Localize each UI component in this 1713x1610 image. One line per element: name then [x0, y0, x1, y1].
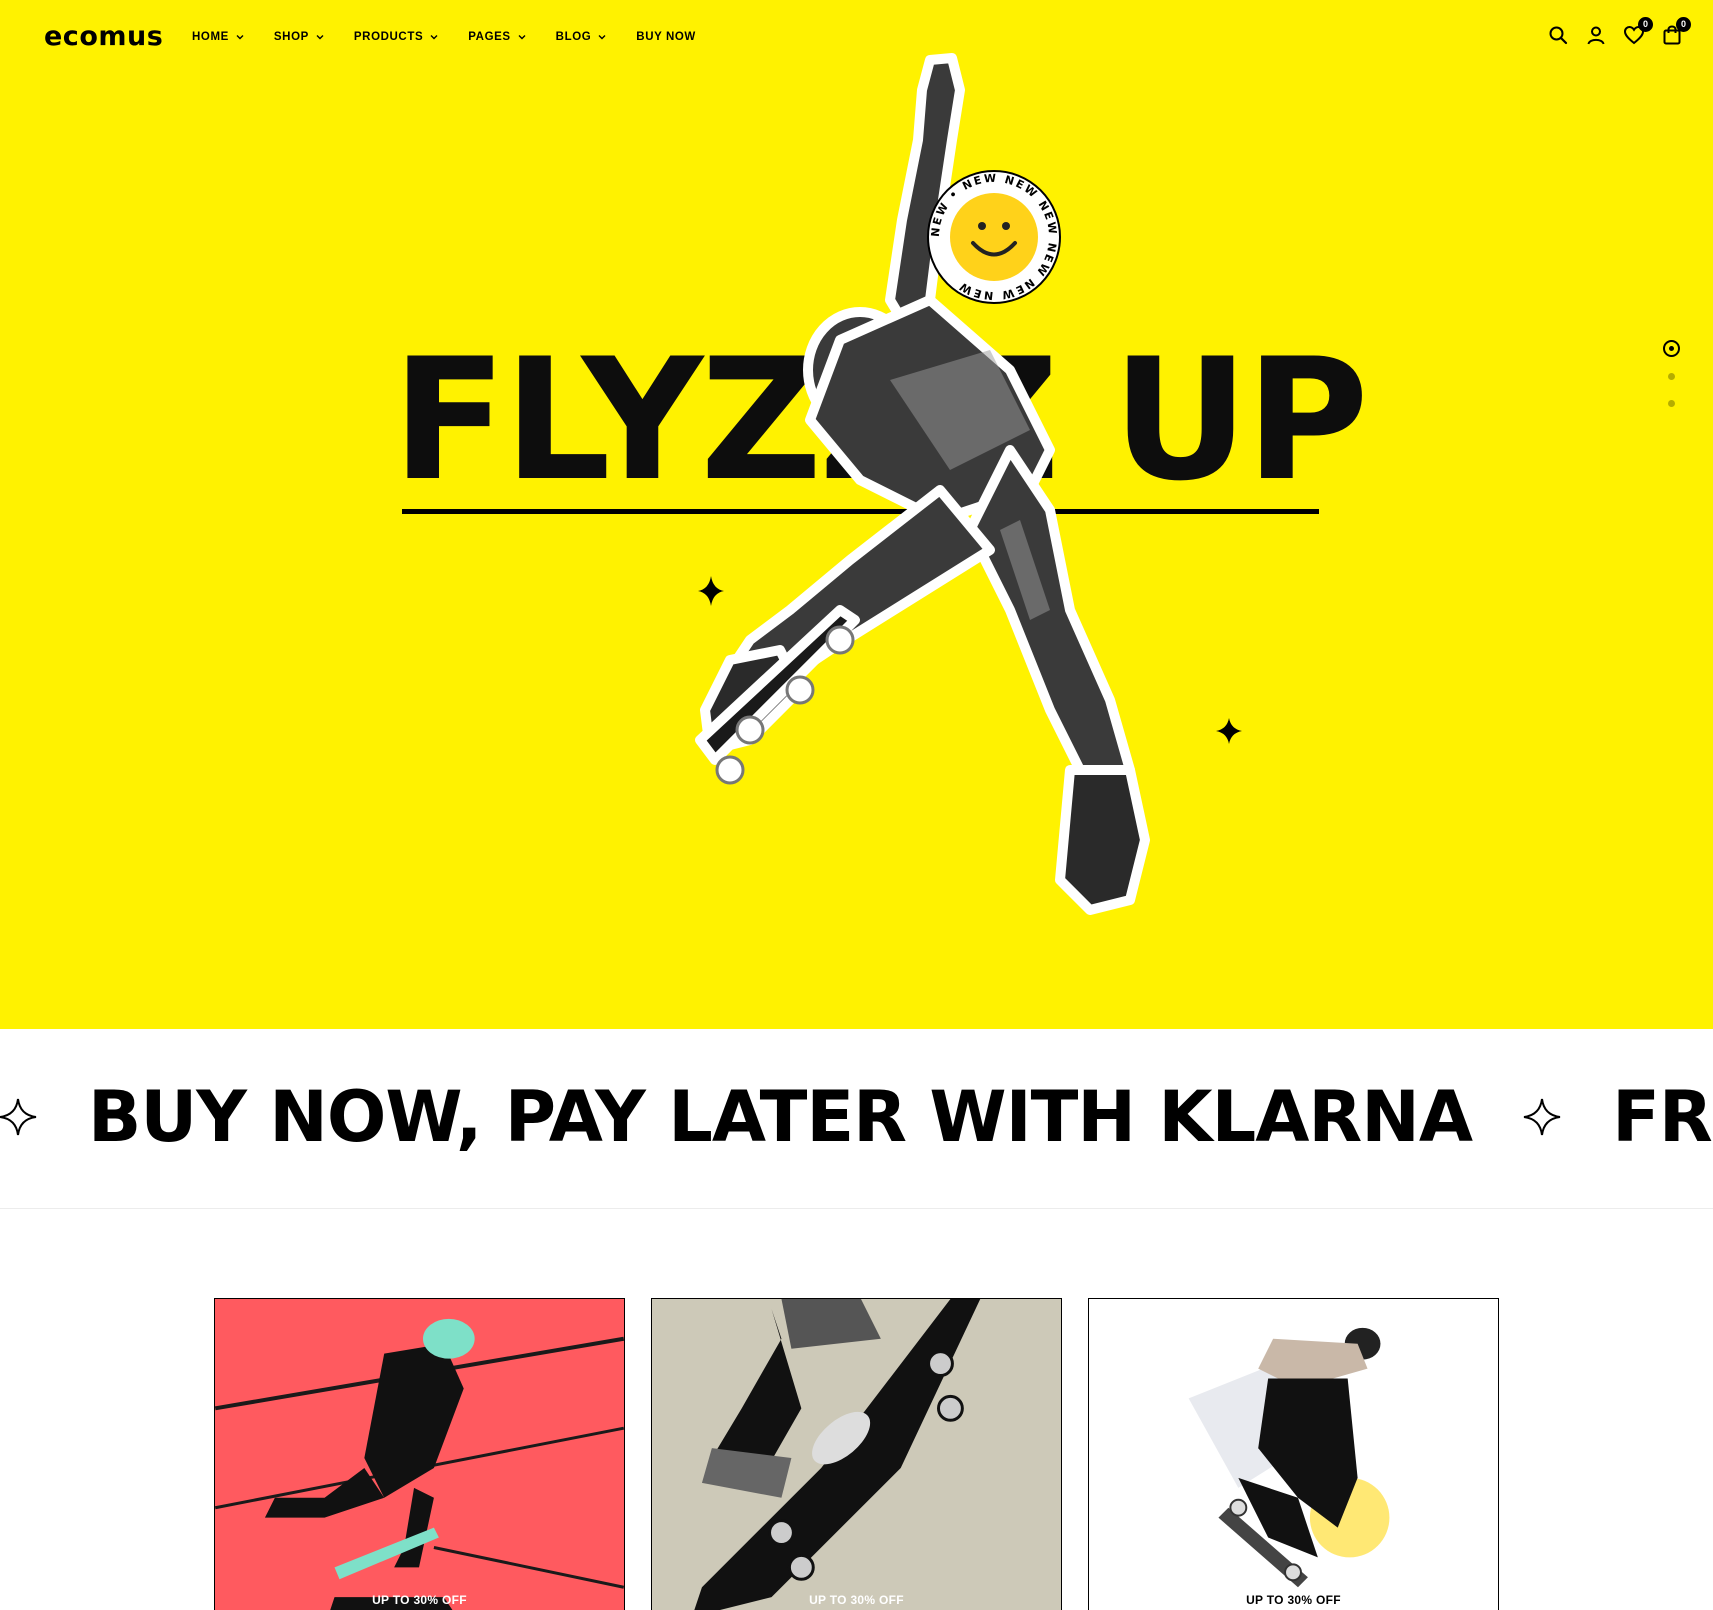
- nav-item-label: BLOG: [555, 31, 592, 43]
- wishlist-button[interactable]: 0: [1623, 17, 1653, 46]
- header-actions: 0 0: [1547, 17, 1691, 46]
- site-header: ecomus HOME SHOP PRODUCTS PAGES BLOG BUY…: [0, 0, 1713, 74]
- marquee-track: BUY NOW, PAY LATER WITH KLARNA FREE: [0, 1076, 1713, 1158]
- brand-logo[interactable]: ecomus: [44, 20, 163, 54]
- wishlist-count-badge: 0: [1638, 17, 1653, 32]
- chevron-down-icon: [597, 32, 607, 42]
- chevron-down-icon: [429, 32, 439, 42]
- discount-badge: UP TO 30% OFF: [372, 1593, 467, 1607]
- discount-badge: UP TO 30% OFF: [1246, 1593, 1341, 1607]
- nav-item-shop[interactable]: SHOP: [274, 31, 325, 43]
- nav-item-label: PRODUCTS: [353, 31, 424, 43]
- slide-dot-2[interactable]: [1668, 373, 1675, 380]
- skater-art-image: [215, 1318, 624, 1610]
- marquee-text: FREE: [1612, 1076, 1713, 1158]
- nav-item-blog[interactable]: BLOG: [556, 31, 608, 43]
- star-outline-icon: [0, 1097, 38, 1137]
- slider-pagination: [1660, 340, 1682, 420]
- slide-dot-1[interactable]: [1663, 340, 1680, 357]
- cart-button[interactable]: 0: [1661, 17, 1691, 46]
- nav-item-label: SHOP: [273, 31, 309, 43]
- nav-item-pages[interactable]: PAGES: [468, 31, 526, 43]
- user-icon[interactable]: [1585, 24, 1607, 46]
- nav-item-buy-now[interactable]: BUY NOW: [636, 31, 696, 43]
- chevron-down-icon: [517, 32, 527, 42]
- collection-card[interactable]: UP TO 30% OFF: [1088, 1298, 1499, 1610]
- slide-dot-3[interactable]: [1668, 400, 1675, 407]
- nav-item-products[interactable]: PRODUCTS: [354, 31, 439, 43]
- collection-card[interactable]: UP TO 30% OFF: [214, 1298, 625, 1610]
- collection-card[interactable]: UP TO 30% OFF: [651, 1298, 1062, 1610]
- new-sticker-badge: NEW • NEW NEW NEW NEW NEW NEW: [927, 170, 1061, 304]
- sparkle-icon: [1216, 718, 1242, 744]
- marquee-text: BUY NOW, PAY LATER WITH KLARNA: [88, 1076, 1473, 1158]
- skater-photo-image: [1188, 1327, 1390, 1588]
- nav-item-label: BUY NOW: [636, 31, 696, 43]
- search-icon[interactable]: [1547, 24, 1569, 46]
- promo-marquee: BUY NOW, PAY LATER WITH KLARNA FREE: [0, 1029, 1713, 1209]
- skateboard-art-image: [694, 1299, 981, 1610]
- discount-badge: UP TO 30% OFF: [809, 1593, 904, 1607]
- collection-cards: UP TO 30% OFF UP TO 30% OFF UP TO 30% OF…: [214, 1298, 1499, 1610]
- nav-item-label: PAGES: [468, 31, 511, 43]
- main-nav: HOME SHOP PRODUCTS PAGES BLOG BUY NOW: [192, 26, 725, 48]
- cart-count-badge: 0: [1676, 17, 1691, 32]
- hero-banner: ecomus HOME SHOP PRODUCTS PAGES BLOG BUY…: [0, 0, 1713, 1029]
- star-outline-icon: [1522, 1097, 1562, 1137]
- nav-item-label: HOME: [192, 31, 229, 43]
- nav-item-home[interactable]: HOME: [192, 31, 245, 43]
- chevron-down-icon: [315, 32, 325, 42]
- chevron-down-icon: [235, 32, 245, 42]
- sparkle-icon: [698, 576, 724, 606]
